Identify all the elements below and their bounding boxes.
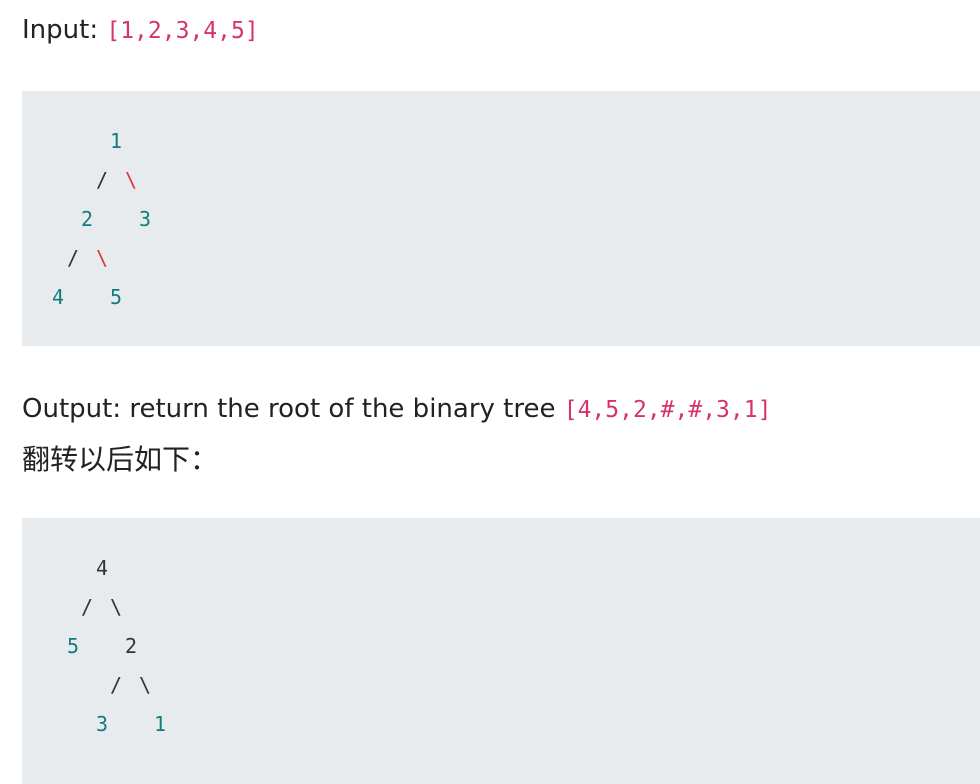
input-label: Input:: [22, 15, 107, 45]
tree-before-root-right-edge: \: [125, 168, 138, 192]
tree-before-left-left-edge: /: [67, 246, 80, 270]
output-line: Output: return the root of the binary tr…: [22, 389, 771, 430]
tree-after-right-right-edge: \: [139, 673, 152, 697]
tree-after-diagram: 4 / \ 5 2 / \ 3 1: [22, 518, 980, 784]
input-line: Input: [1,2,3,4,5]: [22, 10, 259, 51]
tree-before-node-left: 2: [81, 207, 94, 231]
tree-after-root: 4: [96, 556, 109, 580]
tree-before-root-left-edge: /: [96, 168, 109, 192]
tree-after-node-right: 2: [125, 634, 138, 658]
code-block-tree-before: 1 / \ 2 3 / \ 4 5: [22, 91, 980, 346]
tree-before-node-left-right: 5: [110, 285, 123, 309]
tree-after-root-left-edge: /: [81, 595, 94, 619]
output-code: [4,5,2,#,#,3,1]: [563, 397, 772, 423]
tree-before-diagram: 1 / \ 2 3 / \ 4 5: [22, 91, 980, 346]
tree-before-root: 1: [110, 129, 123, 153]
tree-before-node-right: 3: [139, 207, 152, 231]
code-block-tree-after: 4 / \ 5 2 / \ 3 1: [22, 518, 980, 784]
tree-after-root-right-edge: \: [110, 595, 123, 619]
output-label: Output: return the root of the binary tr…: [22, 394, 564, 424]
tree-after-node-right-left: 3: [96, 712, 109, 736]
flip-caption: 翻转以后如下：: [22, 443, 219, 476]
input-code: [1,2,3,4,5]: [106, 18, 259, 44]
tree-before-node-left-left: 4: [52, 285, 65, 309]
tree-after-node-left: 5: [67, 634, 80, 658]
tree-after-node-right-right: 1: [154, 712, 167, 736]
tree-before-left-right-edge: \: [96, 246, 109, 270]
tree-after-right-left-edge: /: [110, 673, 123, 697]
